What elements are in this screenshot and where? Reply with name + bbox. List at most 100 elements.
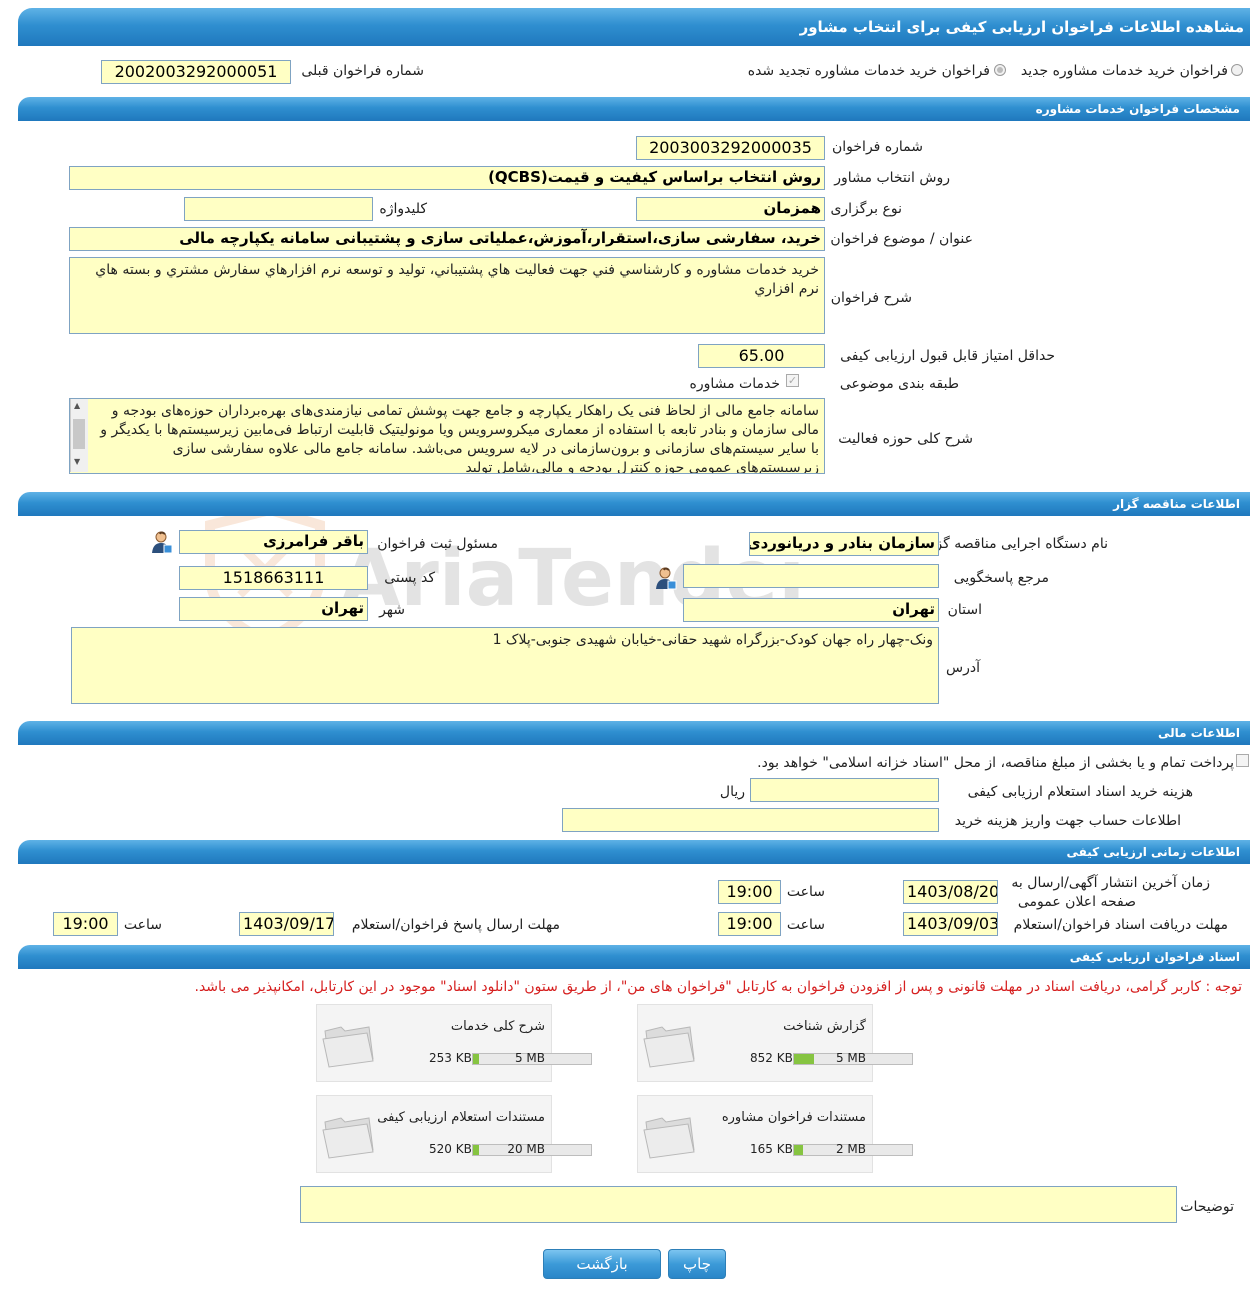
document-size: 253 KB bbox=[429, 1051, 472, 1065]
desc-field: خريد خدمات مشاوره و كارشناسي فني جهت فعا… bbox=[69, 257, 825, 334]
scope-scrollbar[interactable]: ▲ ▼ bbox=[70, 399, 88, 472]
prev-number-label: شماره فراخوان قبلی bbox=[301, 63, 424, 79]
document-max-size: 5 MB bbox=[514, 1051, 545, 1065]
province-field: تهران bbox=[683, 598, 939, 622]
treasury-text: پرداخت تمام و یا بخشی از مبلغ مناقصه، از… bbox=[757, 755, 1234, 771]
document-card[interactable]: شرح کلی خدمات 253 KB 5 MB bbox=[316, 1004, 592, 1082]
document-title: مستندات فراخوان مشاوره bbox=[721, 1110, 866, 1125]
postal-label: کد پستی bbox=[384, 570, 435, 586]
type-field: همزمان bbox=[636, 197, 825, 221]
submit-time-field: 19:00 bbox=[53, 912, 118, 936]
publish-time-label: ساعت bbox=[786, 884, 825, 900]
receive-label: مهلت دریافت اسناد فراخوان/استعلام bbox=[1013, 917, 1228, 933]
min-score-field: 65.00 bbox=[698, 344, 825, 368]
document-title: مستندات استعلام ارزیابی کیفی bbox=[377, 1110, 545, 1125]
section-timing-title: اطلاعات زمانی ارزیابی کیفی bbox=[1066, 845, 1240, 859]
document-progress-fill bbox=[794, 1054, 814, 1064]
radio-renewed[interactable] bbox=[994, 64, 1006, 76]
scroll-up-icon[interactable]: ▲ bbox=[74, 401, 80, 410]
city-label: شهر bbox=[379, 602, 405, 618]
currency-label: ریال bbox=[719, 784, 745, 800]
user-icon[interactable] bbox=[151, 530, 173, 554]
scope-field[interactable]: سامانه جامع مالی از لحاظ فنی یک راهکار ی… bbox=[69, 398, 825, 474]
section-documents-title: اسناد فراخوان ارزیابی کیفی bbox=[1069, 950, 1240, 964]
desc-label: شرح فراخوان bbox=[830, 290, 912, 306]
subject-label: عنوان / موضوع فراخوان bbox=[830, 231, 973, 247]
registrar-label: مسئول ثبت فراخوان bbox=[377, 536, 498, 552]
documents-note: توجه : کاربر گرامی، دریافت اسناد در مهلت… bbox=[194, 979, 1243, 995]
document-title: گزارش شناخت bbox=[783, 1019, 866, 1034]
print-button[interactable]: چاپ bbox=[668, 1249, 726, 1279]
publish-date-field: 1403/08/20 bbox=[903, 880, 998, 904]
document-card[interactable]: مستندات فراخوان مشاوره 165 KB 2 MB bbox=[637, 1095, 913, 1173]
receive-date-field: 1403/09/03 bbox=[903, 912, 998, 936]
number-label: شماره فراخوان bbox=[832, 139, 923, 155]
document-max-size: 5 MB bbox=[835, 1051, 866, 1065]
account-label: اطلاعات حساب جهت واریز هزینه خرید bbox=[954, 813, 1181, 829]
number-field: 2003003292000035 bbox=[636, 136, 825, 160]
folder-icon bbox=[322, 1117, 374, 1159]
radio-new[interactable] bbox=[1231, 64, 1243, 76]
page-title: مشاهده اطلاعات فراخوان ارزیابی کیفی برای… bbox=[799, 18, 1244, 36]
notes-field bbox=[300, 1186, 1177, 1223]
submit-label: مهلت ارسال پاسخ فراخوان/استعلام bbox=[351, 917, 560, 933]
radio-new-label: فراخوان خرید خدمات مشاوره جدید bbox=[1020, 63, 1228, 79]
section-tenderer-title: اطلاعات مناقصه گزار bbox=[1113, 497, 1240, 511]
publish-label-line2: صفحه اعلان عمومی bbox=[1017, 894, 1136, 910]
section-tenderer-header: اطلاعات مناقصه گزار bbox=[18, 492, 1250, 516]
document-progress-fill bbox=[473, 1054, 479, 1064]
document-title: شرح کلی خدمات bbox=[450, 1019, 545, 1034]
folder-icon bbox=[643, 1117, 695, 1159]
registrar-field: باقر فرامرزی bbox=[179, 530, 368, 554]
prev-number-field: 2002003292000051 bbox=[101, 60, 291, 84]
document-size: 165 KB bbox=[750, 1142, 793, 1156]
treasury-checkbox[interactable] bbox=[1236, 754, 1249, 767]
user-icon[interactable] bbox=[655, 566, 677, 590]
folder-icon bbox=[322, 1026, 374, 1068]
ref-field bbox=[683, 564, 939, 588]
scroll-thumb[interactable] bbox=[73, 419, 85, 449]
ref-label: مرجع پاسخگویی bbox=[953, 570, 1049, 586]
scroll-down-icon[interactable]: ▼ bbox=[74, 457, 80, 466]
category-value: خدمات مشاوره bbox=[689, 376, 780, 392]
section-finance-header: اطلاعات مالی bbox=[18, 721, 1250, 745]
type-label: نوع برگزاری bbox=[830, 201, 902, 217]
doc-cost-label: هزینه خرید اسناد استعلام ارزیابی کیفی bbox=[967, 784, 1193, 800]
min-score-label: حداقل امتیاز قابل قبول ارزیابی کیفی bbox=[840, 348, 1055, 364]
receive-time-field: 19:00 bbox=[718, 912, 781, 936]
document-max-size: 20 MB bbox=[507, 1142, 545, 1156]
method-field: روش انتخاب براساس کیفیت و قیمت(QCBS) bbox=[69, 166, 825, 190]
document-size: 852 KB bbox=[750, 1051, 793, 1065]
page-header: مشاهده اطلاعات فراخوان ارزیابی کیفی برای… bbox=[18, 8, 1250, 46]
org-field: سازمان بنادر و دریانوردی bbox=[749, 532, 939, 556]
back-button[interactable]: بازگشت bbox=[543, 1249, 661, 1279]
document-card[interactable]: گزارش شناخت 852 KB 5 MB bbox=[637, 1004, 913, 1082]
document-progress-fill bbox=[794, 1145, 803, 1155]
category-label: طبقه بندی موضوعی bbox=[839, 376, 959, 392]
document-card[interactable]: مستندات استعلام ارزیابی کیفی 520 KB 20 MB bbox=[316, 1095, 592, 1173]
section-finance-title: اطلاعات مالی bbox=[1157, 726, 1240, 740]
publish-time-field: 19:00 bbox=[718, 880, 781, 904]
submit-date-field: 1403/09/17 bbox=[239, 912, 334, 936]
section-spec-header: مشخصات فراخوان خدمات مشاوره bbox=[18, 97, 1250, 121]
postal-field: 1518663111 bbox=[179, 566, 368, 590]
notes-label: توضیحات bbox=[1180, 1199, 1234, 1215]
document-progress-fill bbox=[473, 1145, 479, 1155]
document-max-size: 2 MB bbox=[835, 1142, 866, 1156]
section-documents-header: اسناد فراخوان ارزیابی کیفی bbox=[18, 945, 1250, 969]
section-spec-title: مشخصات فراخوان خدمات مشاوره bbox=[1035, 102, 1240, 116]
address-label: آدرس bbox=[946, 660, 980, 676]
city-field: تهران bbox=[179, 597, 368, 621]
folder-icon bbox=[643, 1026, 695, 1068]
keyword-field bbox=[184, 197, 373, 221]
doc-cost-field bbox=[750, 778, 939, 802]
org-label: نام دستگاه اجرایی مناقصه گزار bbox=[924, 536, 1108, 552]
method-label: روش انتخاب مشاور bbox=[834, 170, 950, 186]
province-label: استان bbox=[947, 602, 982, 618]
category-checkbox[interactable]: ✓ bbox=[786, 374, 799, 387]
receive-time-label: ساعت bbox=[786, 917, 825, 933]
address-field: ونک-چهار راه جهان کودک-بزرگراه شهید حقان… bbox=[71, 627, 939, 704]
document-size: 520 KB bbox=[429, 1142, 472, 1156]
section-timing-header: اطلاعات زمانی ارزیابی کیفی bbox=[18, 840, 1250, 864]
radio-renewed-label: فراخوان خرید خدمات مشاوره تجدید شده bbox=[747, 63, 990, 79]
